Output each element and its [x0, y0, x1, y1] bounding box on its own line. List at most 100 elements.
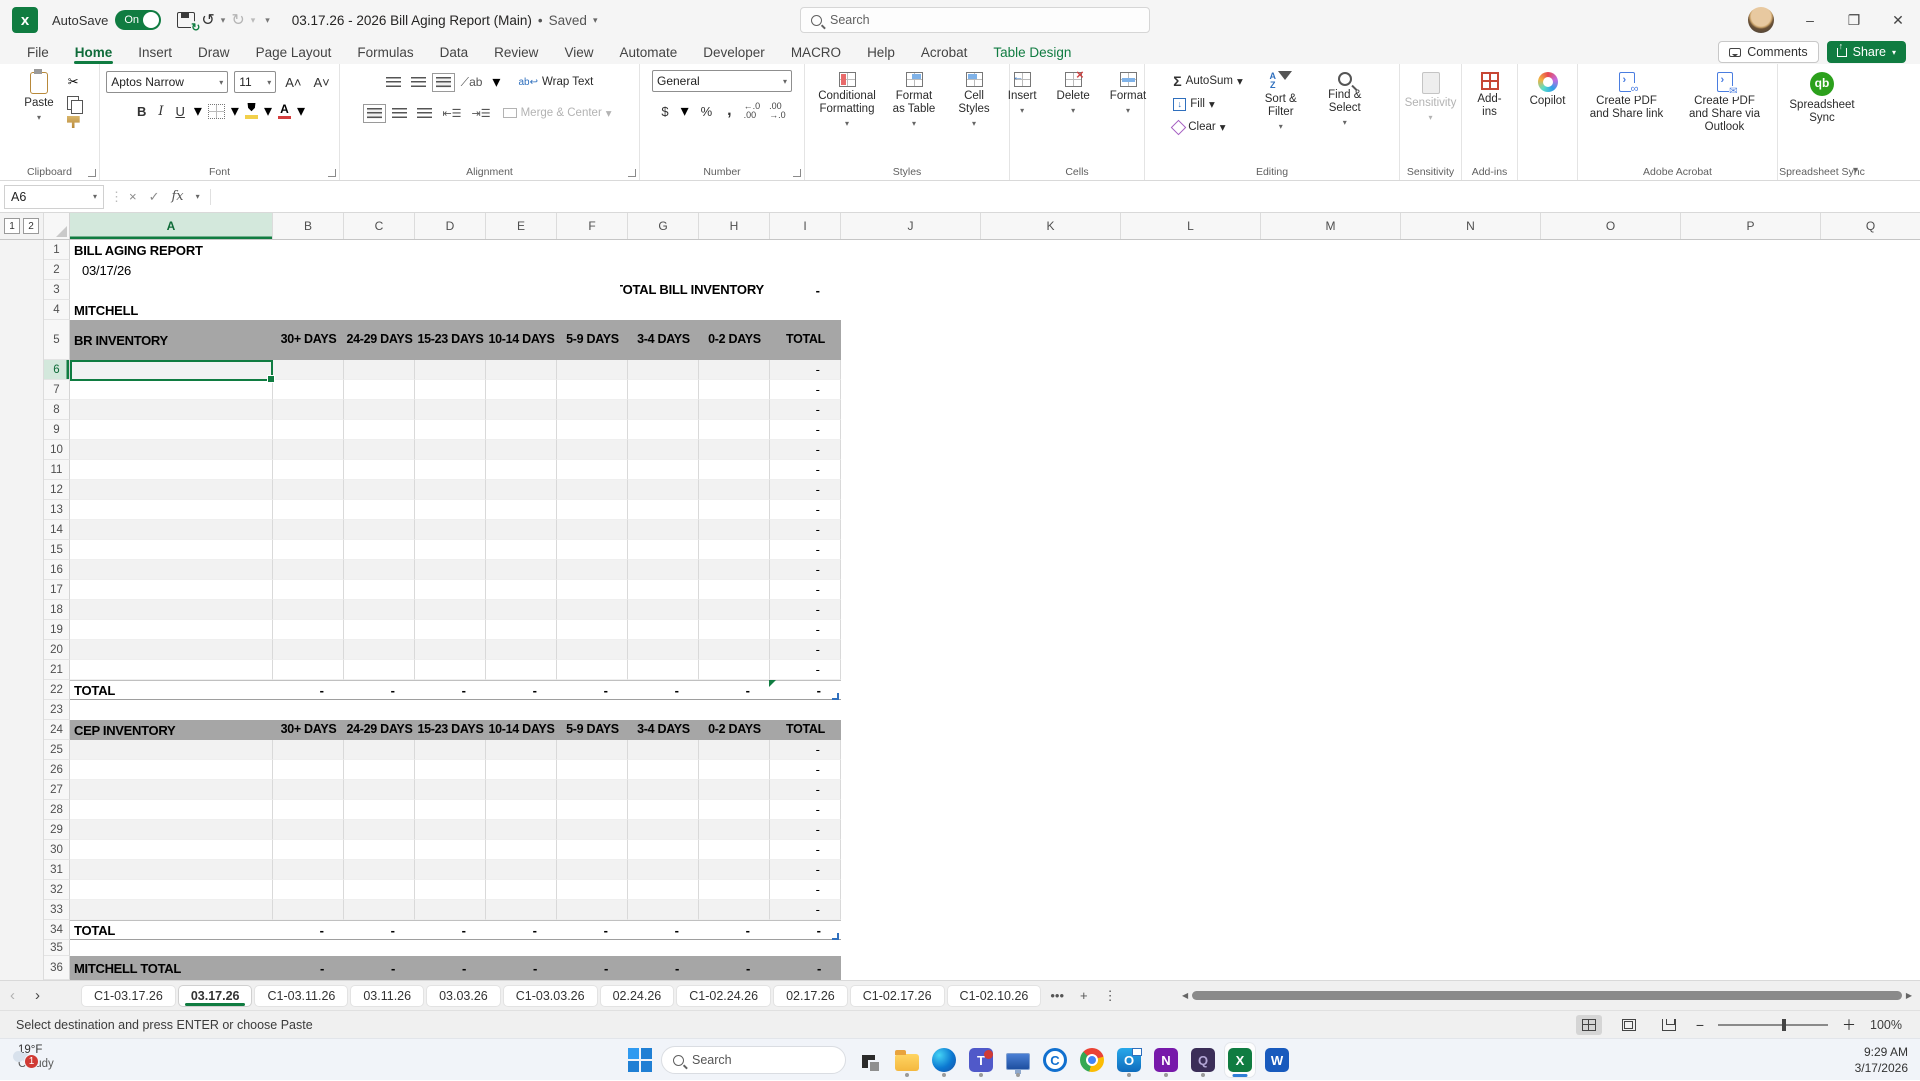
cell[interactable]	[344, 800, 415, 820]
undo-icon[interactable]: ↺	[199, 10, 216, 30]
cell[interactable]	[486, 580, 557, 600]
cell[interactable]	[415, 640, 486, 660]
row-header-14[interactable]: 14	[44, 520, 70, 540]
delete-cells-button[interactable]: Delete▾	[1052, 70, 1095, 162]
total-value[interactable]: -	[628, 920, 699, 940]
cell[interactable]	[415, 600, 486, 620]
increase-indent-icon[interactable]: ⇥☰	[472, 107, 491, 120]
cell[interactable]	[486, 900, 557, 920]
percent-style-icon[interactable]: %	[698, 104, 716, 119]
sheet-nav-next-icon[interactable]: ›	[25, 987, 50, 1004]
copy-icon[interactable]	[67, 96, 79, 110]
tab-acrobat[interactable]: Acrobat	[908, 43, 981, 62]
cell[interactable]	[273, 640, 344, 660]
cell[interactable]	[273, 660, 344, 680]
cell[interactable]: -	[770, 620, 841, 640]
cell[interactable]	[557, 500, 628, 520]
cell[interactable]	[344, 500, 415, 520]
cell[interactable]	[699, 520, 770, 540]
cell[interactable]	[273, 480, 344, 500]
cell[interactable]	[273, 800, 344, 820]
cell[interactable]	[486, 620, 557, 640]
sheet-menu-button[interactable]: ⋮	[1096, 988, 1125, 1004]
cell[interactable]	[557, 820, 628, 840]
spreadsheet-sync-button[interactable]: qb Spreadsheet Sync	[1782, 70, 1862, 162]
cell[interactable]	[273, 400, 344, 420]
cell[interactable]	[70, 780, 273, 800]
zoom-slider-thumb[interactable]	[1782, 1019, 1786, 1031]
fill-color-icon[interactable]: ⛊	[245, 103, 258, 119]
cell[interactable]	[415, 900, 486, 920]
autosave-switch[interactable]: On	[115, 10, 161, 30]
cell[interactable]	[70, 400, 273, 420]
cell[interactable]	[557, 760, 628, 780]
cell[interactable]	[415, 660, 486, 680]
bold-icon[interactable]: B	[134, 104, 149, 119]
cell[interactable]	[557, 640, 628, 660]
column-header-K[interactable]: K	[981, 213, 1121, 239]
clock[interactable]: 9:29 AM 3/17/2026	[1855, 1044, 1908, 1076]
cell[interactable]	[344, 440, 415, 460]
aging-column-header[interactable]: 0-2 DAYS	[699, 320, 770, 360]
cell[interactable]	[486, 640, 557, 660]
create-pdf-share-outlook-button[interactable]: Create PDF and Share via Outlook	[1679, 70, 1771, 162]
cell[interactable]	[628, 600, 699, 620]
cell[interactable]	[70, 600, 273, 620]
outline-level-button-2[interactable]: 2	[23, 218, 39, 234]
cell[interactable]	[273, 360, 344, 380]
cell[interactable]	[557, 860, 628, 880]
cell-styles-button[interactable]: Cell Styles▾	[948, 70, 1000, 162]
cell[interactable]	[699, 800, 770, 820]
cell[interactable]	[344, 380, 415, 400]
document-title[interactable]: 03.17.26 - 2026 Bill Aging Report (Main)…	[292, 13, 598, 28]
cell[interactable]	[273, 380, 344, 400]
normal-view-button[interactable]	[1576, 1015, 1602, 1035]
cell[interactable]	[486, 380, 557, 400]
row-header-20[interactable]: 20	[44, 640, 70, 660]
aging-column-header[interactable]: 24-29 DAYS	[344, 720, 415, 740]
cell[interactable]	[273, 780, 344, 800]
cell[interactable]	[486, 500, 557, 520]
cell[interactable]: -	[770, 780, 841, 800]
cell[interactable]: -	[770, 860, 841, 880]
save-icon[interactable]	[177, 12, 195, 28]
cell[interactable]	[699, 480, 770, 500]
cell[interactable]	[557, 580, 628, 600]
more-sheets-button[interactable]: •••	[1042, 988, 1072, 1003]
number-dialog-launcher[interactable]	[793, 169, 801, 177]
total-row-label[interactable]: TOTAL	[70, 920, 273, 940]
cell[interactable]	[415, 540, 486, 560]
total-value[interactable]: -	[557, 956, 628, 980]
cell[interactable]	[486, 820, 557, 840]
taskbar-icon-system-tool[interactable]	[1003, 1043, 1033, 1077]
cell[interactable]	[344, 580, 415, 600]
table-resize-handle[interactable]	[832, 693, 839, 700]
aging-column-header[interactable]: 0-2 DAYS	[699, 720, 770, 740]
column-header-D[interactable]: D	[415, 213, 486, 239]
cell[interactable]	[628, 560, 699, 580]
cell[interactable]	[628, 580, 699, 600]
cell[interactable]	[628, 440, 699, 460]
column-header-I[interactable]: I	[770, 213, 841, 239]
cell[interactable]	[486, 440, 557, 460]
cancel-icon[interactable]: ×	[129, 189, 137, 204]
scroll-right-icon[interactable]: ▶	[1906, 991, 1912, 1000]
column-header-F[interactable]: F	[557, 213, 628, 239]
align-bottom-icon[interactable]	[436, 77, 451, 88]
row-header-25[interactable]: 25	[44, 740, 70, 760]
cell[interactable]: -	[770, 660, 841, 680]
total-value[interactable]: -	[344, 956, 415, 980]
cell[interactable]	[699, 540, 770, 560]
aging-column-header[interactable]: TOTAL	[770, 720, 841, 740]
cell[interactable]	[699, 500, 770, 520]
taskbar-icon-teams[interactable]: T	[966, 1043, 996, 1077]
aging-column-header[interactable]: 30+ DAYS	[273, 720, 344, 740]
cell[interactable]	[70, 900, 273, 920]
cell[interactable]	[415, 840, 486, 860]
total-value[interactable]: -	[415, 680, 486, 700]
cell[interactable]	[344, 520, 415, 540]
cell[interactable]: -	[770, 460, 841, 480]
cell[interactable]	[699, 880, 770, 900]
total-value[interactable]: -	[486, 956, 557, 980]
sheet-tab-C1-02.17.26[interactable]: C1-02.17.26	[851, 986, 944, 1006]
